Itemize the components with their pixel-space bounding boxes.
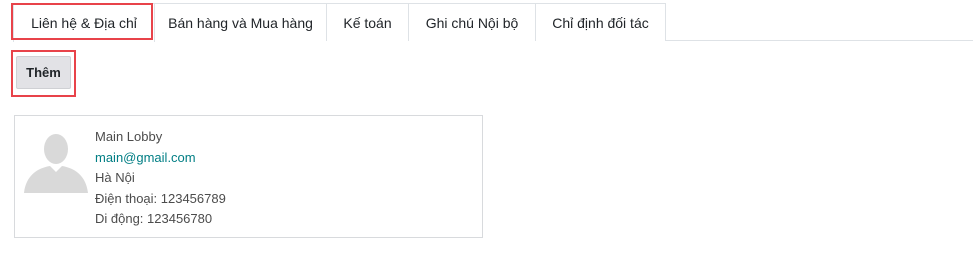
add-contact-button[interactable]: Thêm xyxy=(16,56,71,89)
person-silhouette-icon xyxy=(24,129,88,193)
tab-accounting[interactable]: Kế toán xyxy=(327,3,409,41)
contact-card[interactable]: Main Lobby main@gmail.com Hà Nội Điện th… xyxy=(14,115,483,238)
contact-email[interactable]: main@gmail.com xyxy=(95,148,226,169)
tab-partner-assignment[interactable]: Chỉ định đối tác xyxy=(536,3,666,41)
notebook-tabs: Liên hệ & Địa chỉ Bán hàng và Mua hàng K… xyxy=(13,3,973,42)
contact-city: Hà Nội xyxy=(95,170,135,185)
contact-phone: Điện thoại: 123456789 xyxy=(95,190,226,206)
tab-internal-notes[interactable]: Ghi chú Nội bộ xyxy=(409,3,536,41)
contact-details: Main Lobby main@gmail.com Hà Nội Điện th… xyxy=(95,127,226,230)
contact-name: Main Lobby xyxy=(95,129,163,144)
tab-sales-purchase[interactable]: Bán hàng và Mua hàng xyxy=(155,3,327,41)
contact-mobile: Di động: 123456780 xyxy=(95,211,213,226)
tab-contacts-addresses[interactable]: Liên hệ & Địa chỉ xyxy=(13,3,155,42)
